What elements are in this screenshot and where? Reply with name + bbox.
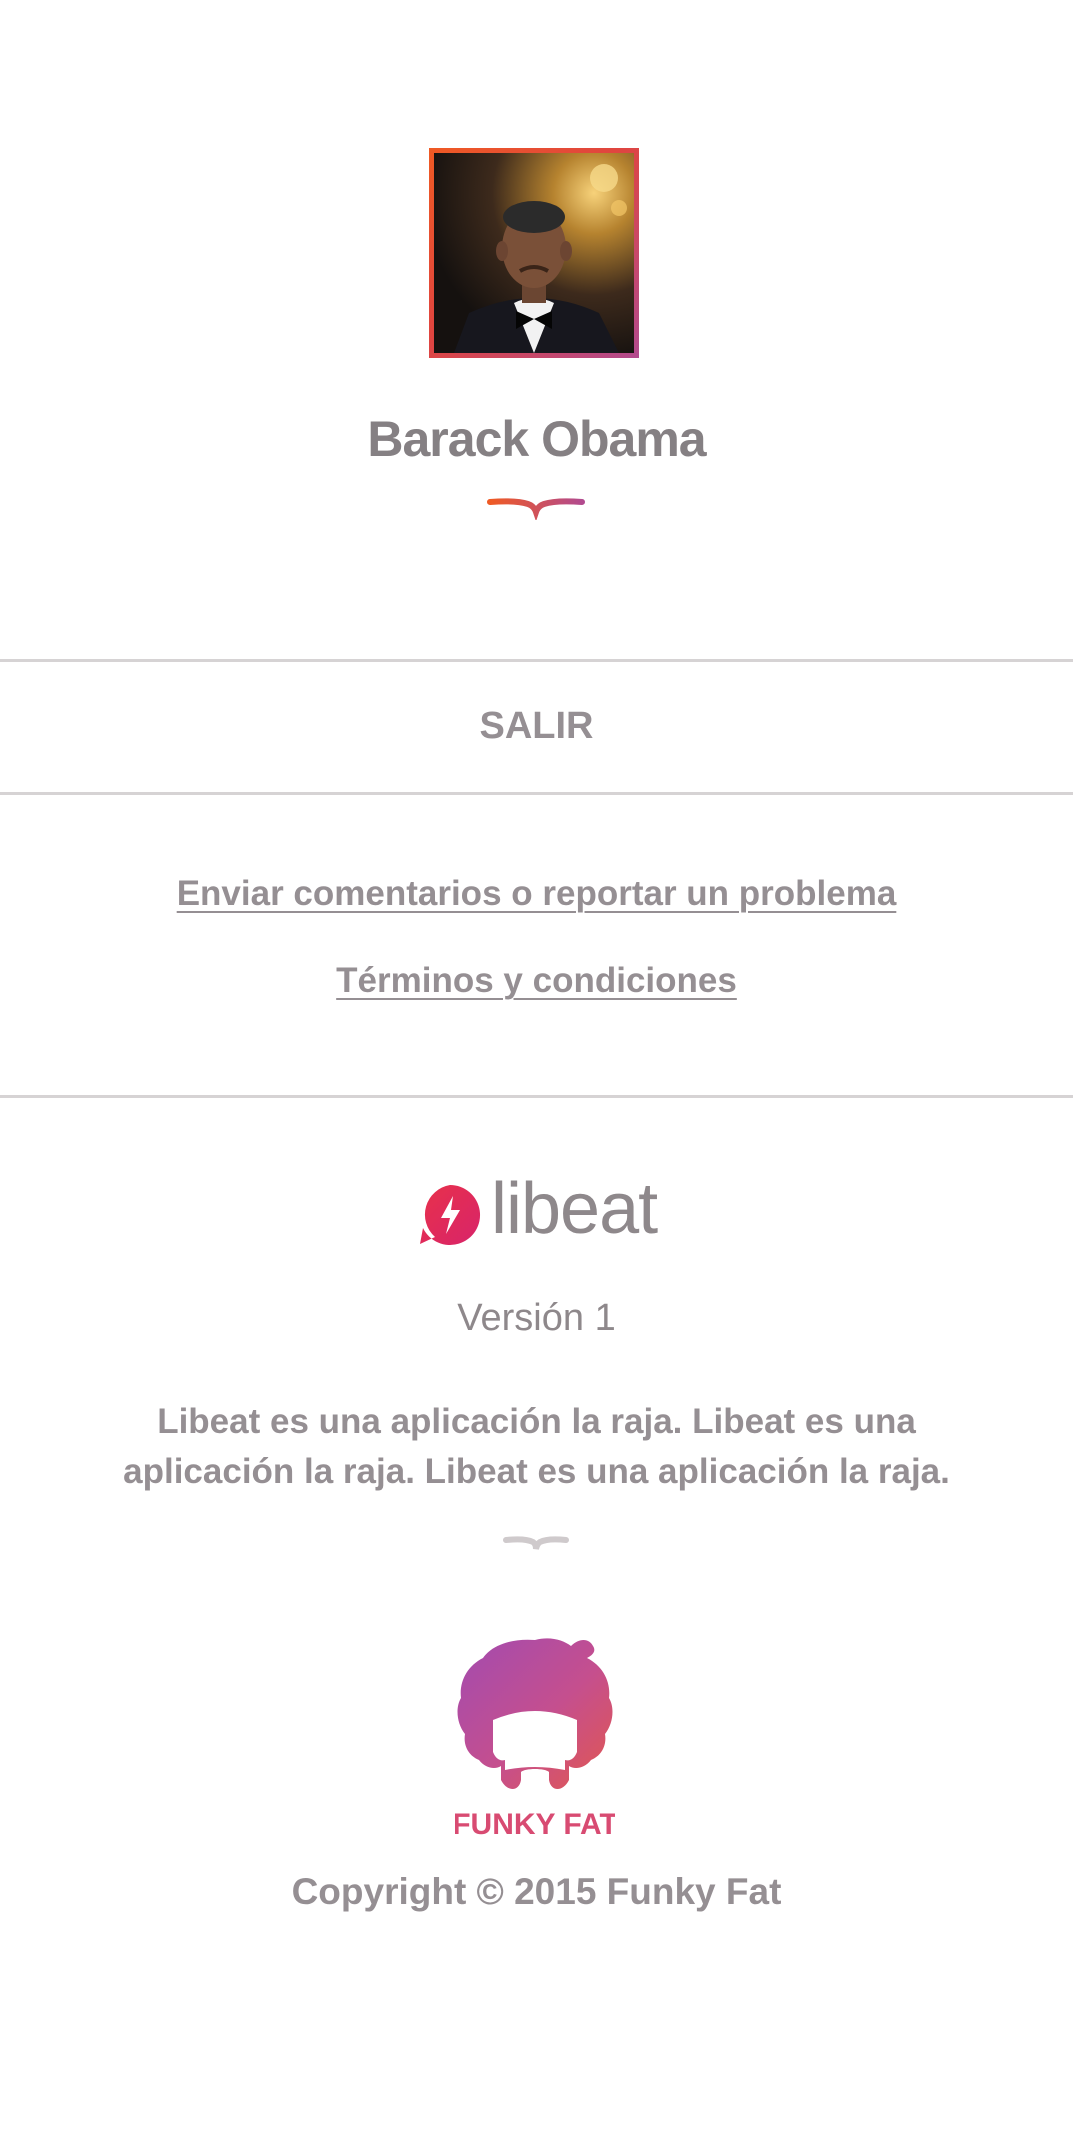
libeat-logo: libeat bbox=[417, 1169, 667, 1268]
avatar[interactable] bbox=[429, 148, 639, 358]
funky-fat-logo-text: FUNKY FAT bbox=[455, 1808, 615, 1841]
logout-button[interactable]: SALIR bbox=[0, 661, 1073, 791]
copyright-text: Copyright © 2015 Funky Fat bbox=[291, 1871, 782, 1912]
lightning-bolt-icon bbox=[420, 1185, 481, 1245]
avatar-photo bbox=[434, 153, 634, 353]
app-description: Libeat es una aplicación la raja. Libeat… bbox=[123, 1402, 950, 1491]
separator-ornament bbox=[503, 1536, 569, 1550]
funky-fat-logo: FUNKY FAT bbox=[455, 1638, 615, 1841]
person-portrait-icon bbox=[454, 164, 627, 353]
libeat-logo-text: libeat bbox=[491, 1169, 658, 1249]
divider bbox=[0, 792, 1073, 795]
name-underline-ornament bbox=[487, 498, 585, 520]
divider bbox=[0, 1095, 1073, 1098]
version-label: Versión 1 bbox=[457, 1297, 616, 1339]
feedback-link[interactable]: Enviar comentarios o reportar un problem… bbox=[0, 874, 1073, 914]
profile-name: Barack Obama bbox=[367, 411, 706, 467]
terms-link[interactable]: Términos y condiciones bbox=[0, 961, 1073, 1001]
